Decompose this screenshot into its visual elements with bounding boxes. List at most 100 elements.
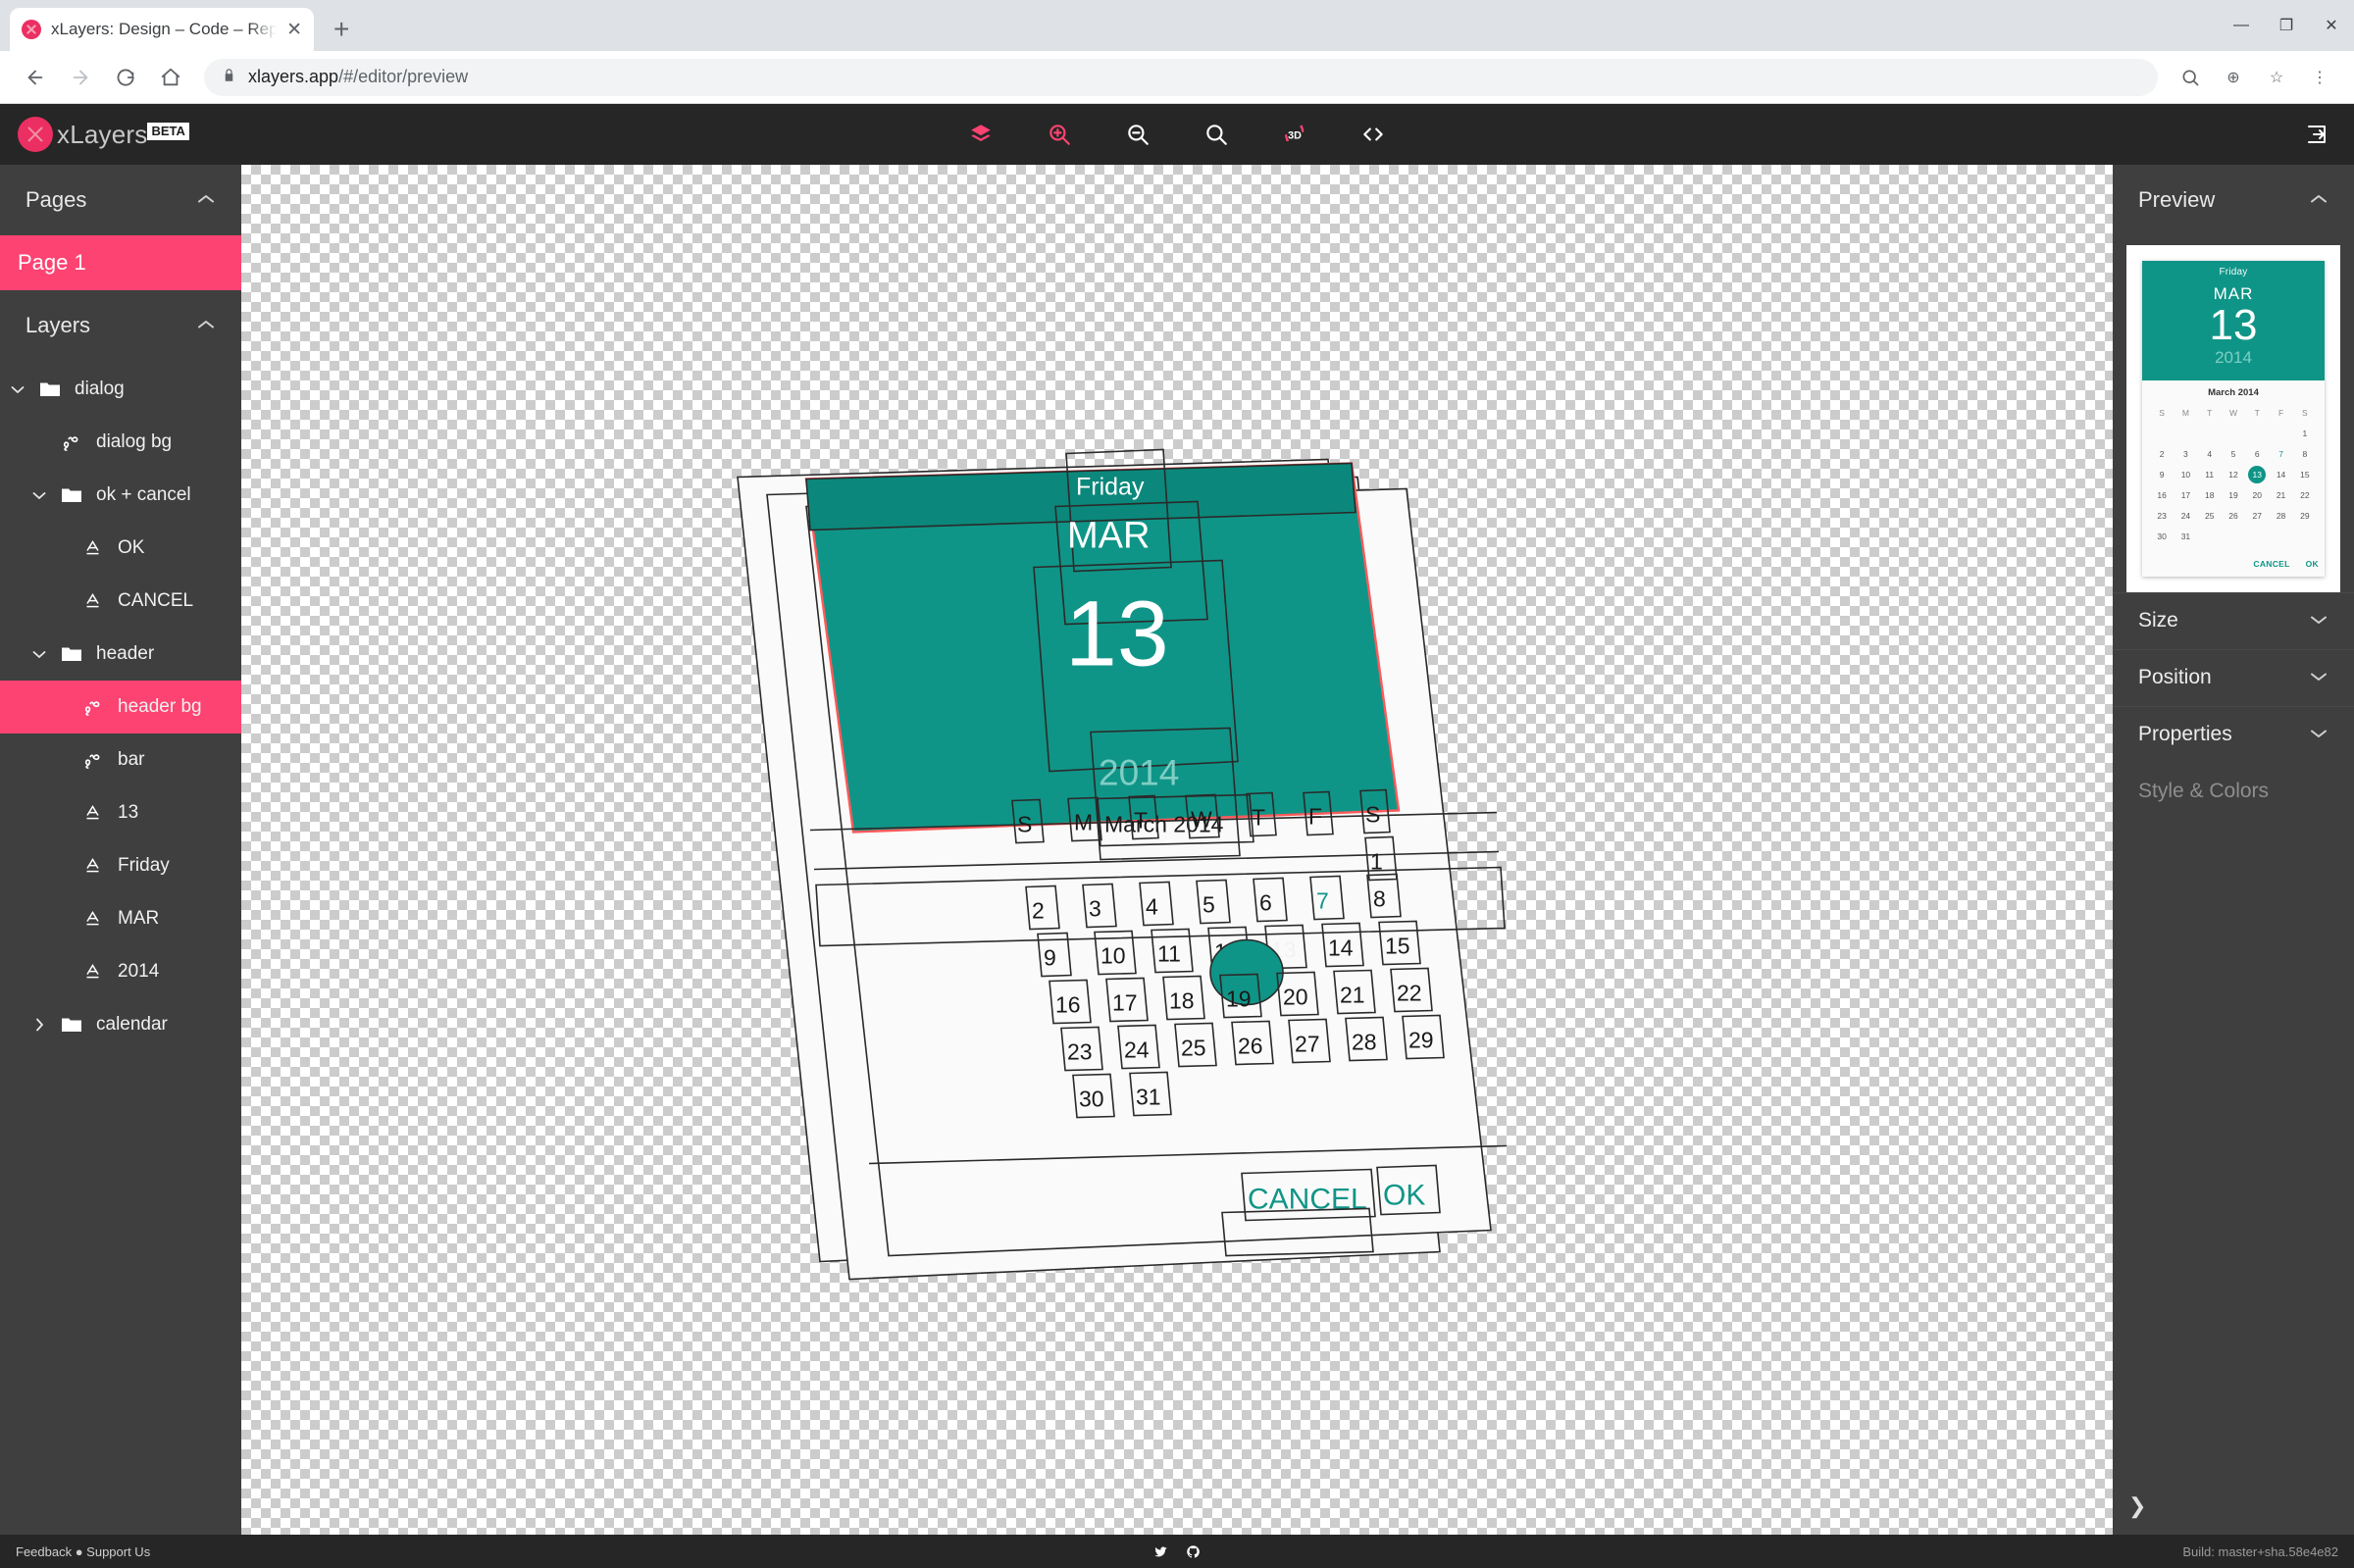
- bookmark-icon[interactable]: ☆: [2258, 59, 2295, 96]
- section-properties[interactable]: Properties: [2113, 705, 2354, 763]
- window-close-icon[interactable]: ✕: [2309, 0, 2354, 51]
- text-icon: [80, 592, 106, 610]
- layer-item-2014[interactable]: 2014: [0, 945, 241, 998]
- sidebar-item-page-1[interactable]: Page 1: [0, 235, 241, 290]
- url-bar[interactable]: xlayers.app/#/editor/preview: [204, 58, 2158, 96]
- twitter-icon[interactable]: [1153, 1544, 1168, 1559]
- code-icon[interactable]: [1355, 116, 1392, 153]
- zoom-in-icon[interactable]: [1041, 116, 1078, 153]
- chevron-up-icon[interactable]: [196, 319, 216, 333]
- preview-day-cell[interactable]: 22: [2293, 486, 2317, 504]
- preview-day-cell[interactable]: 3: [2174, 445, 2197, 463]
- preview-day-cell[interactable]: 13: [2245, 465, 2269, 483]
- preview-day-cell[interactable]: 12: [2222, 466, 2245, 483]
- feedback-link[interactable]: Feedback ● Support Us: [16, 1544, 150, 1559]
- search-icon[interactable]: [2172, 59, 2209, 96]
- login-icon[interactable]: [2297, 115, 2336, 154]
- brand[interactable]: xLayers BETA: [18, 117, 189, 152]
- rotate-3d-icon[interactable]: 3D: [1276, 116, 1313, 153]
- layer-item-13[interactable]: 13: [0, 786, 241, 839]
- preview-day-cell[interactable]: 10: [2174, 466, 2197, 483]
- preview-day-cell[interactable]: 8: [2293, 445, 2317, 463]
- three-d-stage[interactable]: .wf { fill: none; stroke: #2a2a2a; strok…: [241, 165, 2113, 1535]
- preview-day-cell[interactable]: 4: [2198, 445, 2222, 463]
- layer-item-ok[interactable]: OK: [0, 522, 241, 575]
- header-actions: [2297, 115, 2336, 154]
- preview-ok-button[interactable]: OK: [2306, 559, 2319, 569]
- pages-section-header[interactable]: Pages: [0, 165, 241, 235]
- chevron-down-icon[interactable]: [31, 491, 47, 500]
- chevron-up-icon[interactable]: [2309, 193, 2328, 208]
- chevron-down-icon[interactable]: [10, 385, 26, 394]
- layer-label: CANCEL: [118, 590, 194, 611]
- preview-day-cell[interactable]: 19: [2222, 486, 2245, 504]
- browser-tab[interactable]: xLayers: Design – Code – Repeat ✕: [10, 8, 314, 51]
- folder-icon: [59, 1017, 84, 1033]
- preview-day-cell[interactable]: 5: [2222, 445, 2245, 463]
- preview-day-cell[interactable]: 15: [2293, 466, 2317, 483]
- preview-day-cell[interactable]: 24: [2174, 507, 2197, 525]
- layer-item-friday[interactable]: Friday: [0, 839, 241, 892]
- layer-item-bar[interactable]: bar: [0, 733, 241, 786]
- preview-day-cell[interactable]: 2: [2150, 445, 2174, 463]
- preview-day-cell[interactable]: 31: [2174, 528, 2197, 545]
- preview-day-cell[interactable]: 21: [2269, 486, 2292, 504]
- preview-day-cell[interactable]: 6: [2245, 445, 2269, 463]
- reload-icon[interactable]: [106, 58, 145, 97]
- design-canvas[interactable]: .wf { fill: none; stroke: #2a2a2a; strok…: [241, 165, 2113, 1535]
- zoom-icon[interactable]: ⊕: [2215, 59, 2252, 96]
- chevron-down-icon[interactable]: [2309, 727, 2328, 743]
- chevron-up-icon[interactable]: [196, 193, 216, 208]
- preview-day-cell[interactable]: 11: [2198, 466, 2222, 483]
- new-tab-button[interactable]: +: [333, 16, 349, 43]
- preview-day-cell[interactable]: 25: [2198, 507, 2222, 525]
- chevron-down-icon[interactable]: [2309, 613, 2328, 630]
- layer-item-calendar[interactable]: calendar: [0, 998, 241, 1051]
- preview-day-cell[interactable]: 23: [2150, 507, 2174, 525]
- section-position[interactable]: Position: [2113, 648, 2354, 706]
- preview-day-cell[interactable]: 7: [2269, 445, 2292, 463]
- preview-day-cell[interactable]: 29: [2293, 507, 2317, 525]
- zoom-reset-icon[interactable]: [1198, 116, 1235, 153]
- home-icon[interactable]: [151, 58, 190, 97]
- preview-calendar-grid[interactable]: S M T W T F S 1 2 3 4 5 6 7 8 9 10 11 12 13 14 15 16 17 18 19 20 21…: [2150, 405, 2317, 545]
- chevron-down-icon[interactable]: [31, 650, 47, 659]
- preview-day-cell[interactable]: 20: [2245, 486, 2269, 504]
- section-size[interactable]: Size: [2113, 591, 2354, 649]
- layer-item-ok-cancel[interactable]: ok + cancel: [0, 469, 241, 522]
- preview-day-cell[interactable]: 27: [2245, 507, 2269, 525]
- preview-section-header[interactable]: Preview: [2113, 165, 2354, 235]
- preview-empty-cell: [2150, 425, 2174, 442]
- preview-day-cell[interactable]: 26: [2222, 507, 2245, 525]
- preview-day-cell[interactable]: 18: [2198, 486, 2222, 504]
- preview-day-cell[interactable]: 1: [2293, 425, 2317, 442]
- preview-cancel-button[interactable]: CANCEL: [2253, 559, 2289, 569]
- preview-day-cell[interactable]: 9: [2150, 466, 2174, 483]
- preview-day-cell[interactable]: 16: [2150, 486, 2174, 504]
- chevron-down-icon[interactable]: [2309, 670, 2328, 686]
- layer-item-dialog[interactable]: dialog: [0, 363, 241, 416]
- browser-menu-icon[interactable]: ⋮: [2301, 59, 2338, 96]
- forward-icon[interactable]: [61, 58, 100, 97]
- back-icon[interactable]: [16, 58, 55, 97]
- folder-icon: [59, 487, 84, 503]
- layers-icon[interactable]: [962, 116, 999, 153]
- preview-day-cell[interactable]: 28: [2269, 507, 2292, 525]
- minimize-icon[interactable]: —: [2219, 0, 2264, 51]
- layer-item-mar[interactable]: MAR: [0, 892, 241, 945]
- zoom-out-icon[interactable]: [1119, 116, 1156, 153]
- layers-section-header[interactable]: Layers: [0, 290, 241, 361]
- layer-item-header-bg[interactable]: header bg: [0, 681, 241, 733]
- preview-day-cell[interactable]: 30: [2150, 528, 2174, 545]
- collapse-panel-button[interactable]: ❯: [2128, 1495, 2146, 1517]
- layer-item-cancel[interactable]: CANCEL: [0, 575, 241, 628]
- layer-item-header[interactable]: header: [0, 628, 241, 681]
- preview-day-cell[interactable]: 17: [2174, 486, 2197, 504]
- close-icon[interactable]: ✕: [286, 21, 302, 39]
- svg-text:4: 4: [1146, 894, 1158, 920]
- preview-day-cell[interactable]: 14: [2269, 466, 2292, 483]
- github-icon[interactable]: [1186, 1544, 1201, 1559]
- maximize-icon[interactable]: ❐: [2264, 0, 2309, 51]
- chevron-right-icon[interactable]: [31, 1018, 47, 1032]
- layer-item-dialog-bg[interactable]: dialog bg: [0, 416, 241, 469]
